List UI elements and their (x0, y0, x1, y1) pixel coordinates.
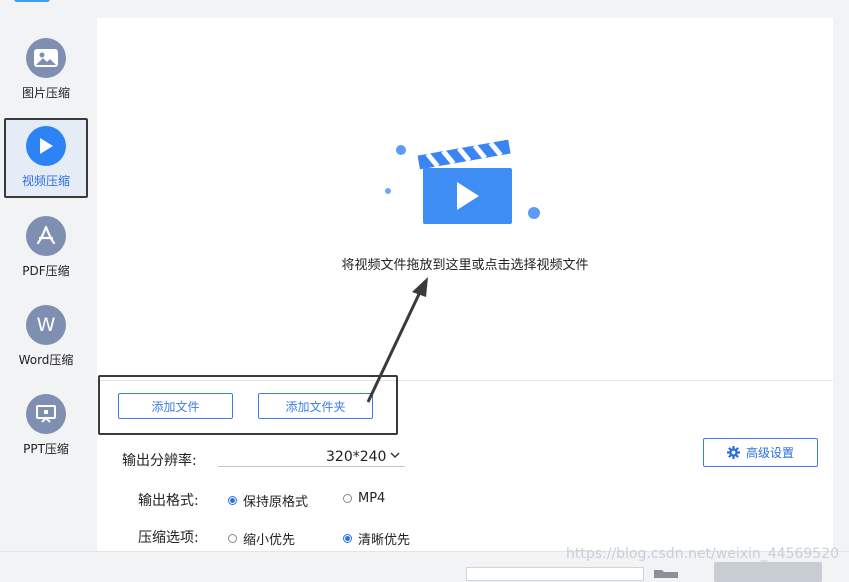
sidebar: 图片压缩 视频压缩 PDF压缩 W Word压缩 PPT压缩 (0, 18, 96, 558)
format-label: 输出格式: (138, 493, 199, 509)
compress-option-clarity[interactable]: 清晰优先 (343, 529, 410, 548)
chevron-down-icon (390, 452, 400, 458)
drop-hint-text: 将视频文件拖放到这里或点击选择视频文件 (341, 258, 589, 273)
radio-label: MP4 (358, 491, 386, 506)
gear-icon (726, 446, 740, 459)
sidebar-item-label: PPT压缩 (23, 442, 69, 456)
sidebar-item-label: 图片压缩 (21, 86, 70, 100)
resolution-value: 320*240 (326, 449, 387, 465)
play-icon (26, 126, 66, 166)
advanced-settings-label: 高级设置 (745, 446, 794, 460)
sidebar-item-label: 视频压缩 (21, 174, 70, 188)
image-icon (26, 38, 66, 78)
start-compress-button[interactable] (714, 562, 822, 582)
radio-unselected (228, 534, 237, 543)
video-clapper-icon (385, 139, 540, 224)
compress-option-size[interactable]: 缩小优先 (228, 529, 295, 548)
sidebar-item-word[interactable]: W Word压缩 (4, 299, 88, 379)
add-folder-button[interactable]: 添加文件夹 (258, 393, 373, 419)
radio-label: 保持原格式 (243, 495, 309, 510)
radio-label: 缩小优先 (243, 533, 296, 548)
resolution-select[interactable]: 320*240 (218, 447, 405, 467)
radio-selected (228, 496, 237, 505)
radio-label: 清晰优先 (358, 533, 411, 548)
output-path-input[interactable] (466, 567, 644, 581)
sidebar-item-label: PDF压缩 (22, 264, 70, 278)
resolution-label: 输出分辨率: (122, 453, 197, 469)
radio-selected (343, 534, 352, 543)
radio-unselected (343, 494, 352, 503)
advanced-settings-button[interactable]: 高级设置 (703, 438, 818, 467)
sidebar-item-image[interactable]: 图片压缩 (4, 32, 88, 112)
pdf-icon (26, 216, 66, 256)
watermark-text: https://blog.csdn.net/weixin_44569520 (566, 546, 840, 562)
ppt-icon (26, 394, 66, 434)
format-option-mp4[interactable]: MP4 (343, 491, 385, 506)
add-file-button[interactable]: 添加文件 (118, 393, 233, 419)
sidebar-item-ppt[interactable]: PPT压缩 (4, 388, 88, 468)
compress-label: 压缩选项: (138, 530, 199, 546)
sidebar-item-video[interactable]: 视频压缩 (4, 118, 88, 198)
drop-zone[interactable]: 将视频文件拖放到这里或点击选择视频文件 (97, 18, 833, 558)
folder-icon[interactable] (654, 568, 678, 578)
sidebar-item-label: Word压缩 (18, 353, 74, 367)
word-icon: W (26, 305, 66, 345)
sidebar-item-pdf[interactable]: PDF压缩 (4, 210, 88, 290)
format-option-original[interactable]: 保持原格式 (228, 491, 308, 510)
app-logo (14, 0, 50, 2)
